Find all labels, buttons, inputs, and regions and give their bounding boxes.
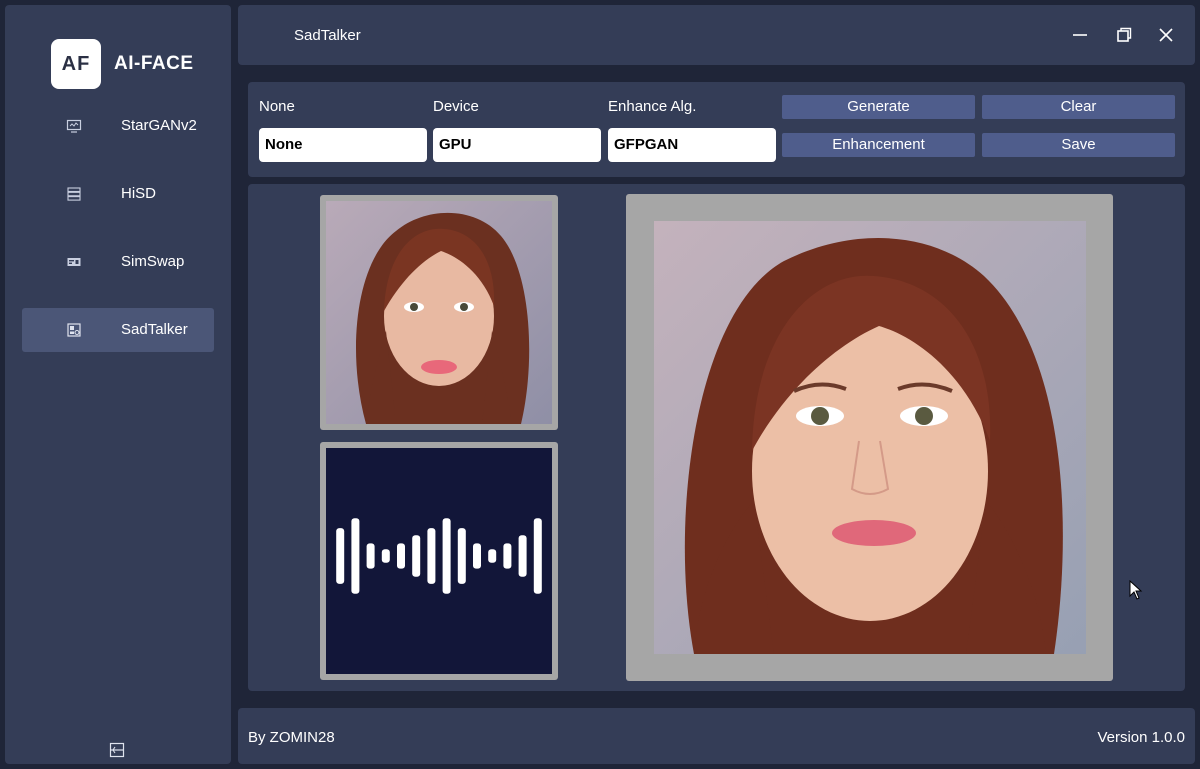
- enhance-alg-label: Enhance Alg.: [608, 98, 697, 115]
- sidebar-item-label: SadTalker: [121, 321, 188, 338]
- waveform-bar: [336, 528, 345, 584]
- waveform-bar: [503, 543, 512, 569]
- waveform-bar: [381, 549, 390, 563]
- portrait-card-icon: [67, 323, 81, 337]
- author-credit: By ZOMIN28: [248, 729, 335, 746]
- field1-select[interactable]: None: [259, 128, 427, 162]
- footer: By ZOMIN28 Version 1.0.0: [238, 708, 1195, 764]
- sidebar-item-stargan[interactable]: StarGANv2: [22, 104, 214, 148]
- sidebar-item-sadtalker[interactable]: SadTalker: [22, 308, 214, 352]
- content-panel: [248, 184, 1185, 691]
- sidebar: AF AI-FACE StarGANv2 HiSD SimSwap SadTal…: [5, 5, 231, 764]
- waveform-icon: [336, 518, 542, 594]
- app-name: AI-FACE: [114, 53, 194, 74]
- sidebar-item-label: SimSwap: [121, 253, 185, 270]
- waveform-bar: [412, 535, 421, 577]
- sidebar-item-label: StarGANv2: [121, 117, 197, 134]
- minimize-icon[interactable]: [1070, 25, 1090, 45]
- waveform-bar: [366, 543, 375, 569]
- mouse-cursor-icon: [1129, 580, 1143, 600]
- audio-waveform-panel: [326, 448, 552, 674]
- field1-label: None: [259, 98, 295, 115]
- audio-frame[interactable]: [320, 442, 558, 680]
- source-face-image: [326, 201, 552, 424]
- sidebar-item-label: HiSD: [121, 185, 157, 202]
- waveform-bar: [457, 528, 466, 584]
- generate-button[interactable]: Generate: [782, 95, 975, 119]
- clear-button[interactable]: Clear: [982, 95, 1175, 119]
- controls-panel: None None Device GPU Enhance Alg. GFPGAN…: [248, 82, 1185, 177]
- enhancement-button[interactable]: Enhancement: [782, 133, 975, 157]
- waveform-bar: [351, 518, 360, 594]
- sidebar-item-hisd[interactable]: HiSD: [22, 172, 214, 216]
- source-image-frame[interactable]: [320, 195, 558, 430]
- waveform-bar: [473, 543, 481, 569]
- waveform-bar: [397, 543, 405, 569]
- save-button[interactable]: Save: [982, 133, 1175, 157]
- waveform-bar: [518, 535, 527, 577]
- restore-icon[interactable]: [1114, 25, 1134, 45]
- waveform-bar: [488, 549, 497, 563]
- device-select[interactable]: GPU: [433, 128, 601, 162]
- title-bar: SadTalker: [238, 5, 1195, 65]
- sidebar-item-simswap[interactable]: SimSwap: [22, 240, 214, 284]
- window-title: SadTalker: [294, 27, 361, 44]
- waveform-bar: [442, 518, 451, 594]
- version-label: Version 1.0.0: [1097, 729, 1185, 746]
- waveform-bar: [533, 518, 542, 594]
- app-logo: AF: [51, 39, 101, 89]
- swap-card-icon: [67, 258, 81, 266]
- monitor-icon: [66, 119, 82, 133]
- result-image-frame[interactable]: [626, 194, 1113, 681]
- result-face-image: [654, 221, 1086, 654]
- waveform-bar: [427, 528, 436, 584]
- close-icon[interactable]: [1156, 25, 1176, 45]
- device-label: Device: [433, 98, 479, 115]
- database-icon: [67, 187, 81, 201]
- collapse-sidebar-icon[interactable]: [109, 742, 125, 758]
- enhance-alg-select[interactable]: GFPGAN: [608, 128, 776, 162]
